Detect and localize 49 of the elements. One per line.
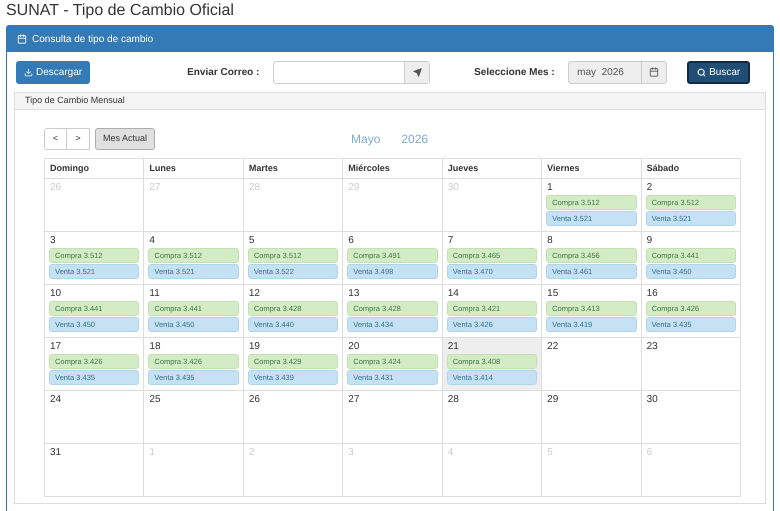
calendar-panel-header: Tipo de Cambio Mensual <box>15 93 765 110</box>
next-button[interactable]: > <box>67 128 90 150</box>
day-number: 8 <box>546 235 554 247</box>
day-number: 5 <box>248 235 256 247</box>
download-icon <box>24 68 33 76</box>
day-number: 28 <box>446 394 460 406</box>
email-field[interactable] <box>273 60 430 84</box>
download-button[interactable]: Descargar <box>16 60 90 84</box>
day-number: 20 <box>347 341 360 353</box>
day-number: 7 <box>446 235 454 247</box>
day-number: 13 <box>347 288 360 300</box>
page-title: SUNAT - Tipo de Cambio Oficial <box>5 1 235 21</box>
day-number: 11 <box>148 288 161 300</box>
year-title: 2026 <box>401 130 428 148</box>
day-number: 27 <box>347 394 360 406</box>
day-number: 12 <box>248 288 261 300</box>
day-number: 29 <box>546 394 560 406</box>
day-number: 15 <box>546 288 560 300</box>
day-number: 26 <box>248 394 261 406</box>
calendar-icon <box>17 34 27 44</box>
search-button[interactable]: Buscar <box>687 60 750 84</box>
day-number: 19 <box>248 341 261 353</box>
day-number: 18 <box>148 341 162 353</box>
day-number: 14 <box>446 288 460 300</box>
day-number: 22 <box>546 341 560 353</box>
day-number: 10 <box>49 288 62 300</box>
day-number: 30 <box>646 394 659 406</box>
current-month-button[interactable]: Mes Actual <box>95 128 156 150</box>
panel-title: Consulta de tipo de cambio <box>32 32 154 46</box>
search-icon <box>697 68 706 76</box>
previous-button[interactable]: < <box>44 128 67 150</box>
day-number: 23 <box>646 341 659 353</box>
day-number: 6 <box>347 235 355 247</box>
day-number: 3 <box>49 235 57 247</box>
day-number: 21 <box>446 341 460 353</box>
email-label: Enviar Correo : <box>187 66 260 80</box>
day-number: 25 <box>148 394 162 406</box>
day-number: 24 <box>49 394 62 406</box>
month-title: Mayo <box>351 130 380 148</box>
month-label: Seleccione Mes : <box>474 66 556 80</box>
send-icon[interactable] <box>404 62 430 82</box>
day-number: 9 <box>646 235 654 247</box>
month-field[interactable]: may 2026 <box>568 60 668 84</box>
day-number: 31 <box>49 447 62 459</box>
day-number: 4 <box>148 235 156 247</box>
day-number: 2 <box>646 182 654 194</box>
day-number: 16 <box>646 288 659 300</box>
day-number: 17 <box>49 341 62 353</box>
day-number: 1 <box>546 182 554 194</box>
